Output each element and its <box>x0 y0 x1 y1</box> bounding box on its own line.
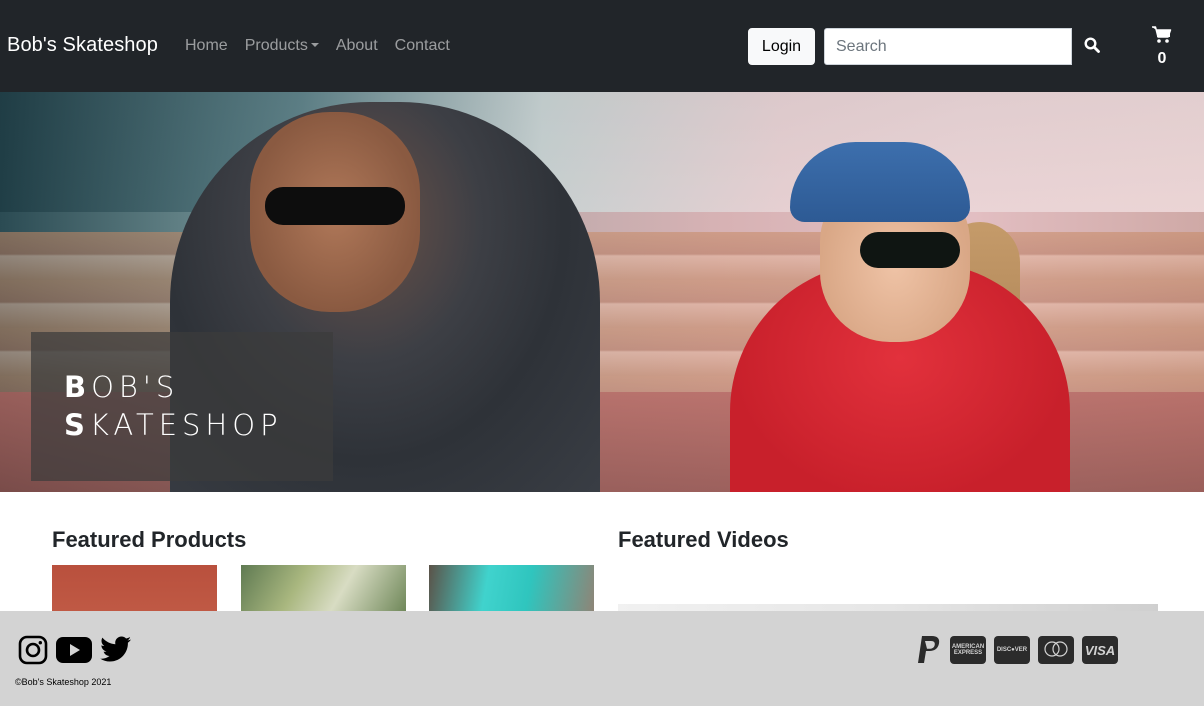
hero-photo-sunglasses-left <box>265 187 405 225</box>
paypal-icon <box>918 636 940 663</box>
hero-photo-cap-right <box>790 142 970 222</box>
cart-icon <box>1152 26 1172 43</box>
mastercard-icon <box>1038 636 1074 664</box>
hero-title-line2: SKATESHOP <box>64 408 283 442</box>
nav-link-contact[interactable]: Contact <box>395 37 450 55</box>
hero-title-line1: BOB'S <box>64 370 180 404</box>
nav-link-home[interactable]: Home <box>185 37 228 55</box>
social-links <box>18 635 132 665</box>
search-button[interactable] <box>1078 32 1106 60</box>
amex-icon: AMERICAN EXPRESS <box>950 636 986 664</box>
cart-count: 0 <box>1157 50 1167 67</box>
product-thumbnail[interactable] <box>52 565 217 615</box>
youtube-icon[interactable] <box>56 637 92 663</box>
discover-icon: DISC●VER <box>994 636 1030 664</box>
copyright-text: ©Bob's Skateshop 2021 <box>15 677 112 687</box>
instagram-icon[interactable] <box>18 635 48 665</box>
featured-videos-heading: Featured Videos <box>618 527 789 552</box>
search-input[interactable] <box>824 28 1072 65</box>
visa-icon: VISA <box>1082 636 1118 664</box>
hero-photo-sunglasses-right <box>860 232 960 268</box>
cart-button[interactable]: 0 <box>1148 24 1176 68</box>
product-thumbnail[interactable] <box>241 565 406 615</box>
payment-methods: AMERICAN EXPRESS DISC●VER VISA <box>916 635 1118 665</box>
footer: ©Bob's Skateshop 2021 AMERICAN EXPRESS DI… <box>0 611 1204 706</box>
nav-link-products-label: Products <box>244 37 308 54</box>
login-button[interactable]: Login <box>748 28 815 65</box>
chevron-down-icon <box>310 43 319 47</box>
brand-logo[interactable]: Bob's Skateshop <box>7 34 158 57</box>
nav-links: Home Products About Contact <box>185 37 467 55</box>
navbar: Bob's Skateshop Home Products About Cont… <box>0 0 1204 92</box>
search-icon <box>1084 36 1100 53</box>
nav-link-products-dropdown[interactable]: Products <box>245 37 319 55</box>
hero-photo-background <box>0 92 1204 212</box>
nav-link-about[interactable]: About <box>336 37 378 55</box>
twitter-icon[interactable] <box>100 636 132 664</box>
hero-title: BOB'S SKATESHOP <box>64 368 283 444</box>
product-thumbnail[interactable] <box>429 565 594 615</box>
featured-products-heading: Featured Products <box>52 527 247 552</box>
